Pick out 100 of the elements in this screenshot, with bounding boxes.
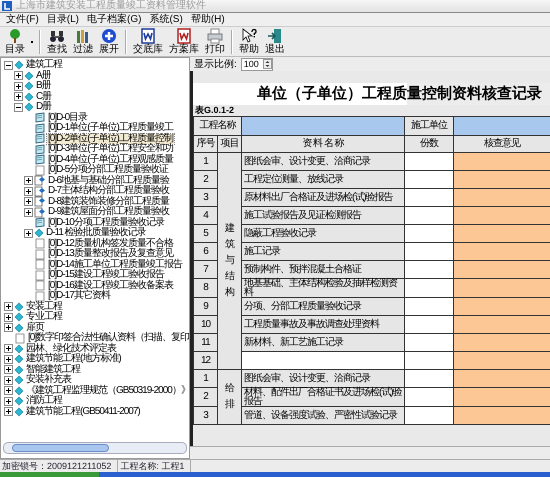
count-field[interactable]	[404, 242, 454, 260]
opinion-field[interactable]	[454, 170, 550, 188]
expand-toggle-icon[interactable]	[14, 71, 23, 80]
menu-item[interactable]: 电子档案(G)	[87, 14, 142, 26]
tree-item[interactable]: 建筑节能工程(地方标准)	[25, 354, 122, 364]
tree-item[interactable]: 安装补充表	[25, 375, 72, 386]
expand-toggle-icon[interactable]	[4, 396, 13, 406]
toolbar-button[interactable]: 帮助	[236, 28, 262, 55]
tree-item[interactable]: [0]D-10分项工程质量验收记录	[47, 218, 165, 228]
toolbar-button[interactable]: 展开	[96, 28, 122, 55]
tree-item[interactable]: [0]D-15建设工程竣工验收报告	[47, 270, 165, 280]
tree-item[interactable]: 建筑工程	[25, 60, 63, 70]
expand-toggle-icon[interactable]	[4, 354, 13, 364]
tree-item[interactable]: 安装工程	[25, 302, 63, 312]
opinion-field[interactable]	[454, 278, 550, 298]
menu-item[interactable]: 文件(F)	[6, 14, 39, 26]
tree-item[interactable]: D-7主体结构分部工程质量验收	[47, 186, 170, 196]
opinion-field[interactable]	[454, 188, 550, 206]
opinion-field[interactable]	[454, 152, 550, 170]
horizontal-scrollbar[interactable]	[3, 442, 187, 454]
count-field[interactable]	[404, 370, 454, 388]
expand-toggle-icon[interactable]	[4, 344, 13, 354]
tree-item[interactable]: D-9建筑屋面分部工程质量验收	[47, 207, 170, 218]
opinion-field[interactable]	[454, 406, 550, 424]
count-field[interactable]	[404, 260, 454, 278]
project-name-field[interactable]	[242, 116, 404, 136]
opinion-field[interactable]	[454, 334, 550, 352]
tree-item[interactable]: C册	[35, 92, 52, 102]
expand-toggle-icon[interactable]	[4, 376, 13, 385]
toolbar-button[interactable]: 交底库	[130, 28, 166, 55]
tree-item[interactable]: A册	[35, 70, 52, 81]
expand-toggle-icon[interactable]	[4, 407, 13, 416]
opinion-field[interactable]	[454, 242, 550, 260]
tree-item[interactable]: B册	[35, 81, 52, 92]
count-field[interactable]	[404, 278, 454, 298]
count-field[interactable]	[404, 188, 454, 206]
tree-item[interactable]: [0]D-1单位(子单位)工程质量竣工	[47, 123, 174, 134]
opinion-field[interactable]	[454, 388, 550, 406]
tree-item[interactable]: [0]D-0目录	[47, 112, 88, 123]
count-field[interactable]	[404, 206, 454, 224]
count-field[interactable]	[404, 298, 454, 316]
collapse-toggle-icon[interactable]	[14, 102, 23, 112]
opinion-field[interactable]	[454, 224, 550, 242]
count-field[interactable]	[404, 406, 454, 424]
tree-item[interactable]: 建筑节能工程(GB50411-2007)	[25, 406, 141, 417]
contractor-field[interactable]	[454, 116, 550, 136]
menu-item[interactable]: 帮助(H)	[190, 14, 225, 26]
spin-arrows-icon[interactable]	[262, 59, 272, 69]
opinion-field[interactable]	[454, 260, 550, 278]
count-field[interactable]	[404, 352, 454, 370]
opinion-field[interactable]	[454, 298, 550, 316]
count-field[interactable]	[404, 334, 454, 352]
expand-toggle-icon[interactable]	[14, 82, 23, 91]
toolbar-button[interactable]: 目录	[2, 28, 28, 55]
tree-item[interactable]: [0]D-4单位(子单位)工程观感质量	[47, 154, 174, 165]
count-field[interactable]	[404, 152, 454, 170]
expand-toggle-icon[interactable]	[4, 323, 13, 332]
zoom-spin-field[interactable]: 100	[240, 58, 273, 70]
tree-item[interactable]: D册	[35, 102, 52, 112]
collapse-toggle-icon[interactable]	[4, 60, 13, 70]
count-field[interactable]	[404, 316, 454, 334]
expand-toggle-icon[interactable]	[4, 386, 13, 396]
expand-toggle-icon[interactable]	[4, 312, 13, 322]
menu-item[interactable]: 系统(S)	[149, 14, 183, 26]
expand-toggle-icon[interactable]	[24, 176, 33, 186]
opinion-field[interactable]	[454, 316, 550, 334]
tree-item[interactable]: [0]D-13质量整改报告及复查意见	[47, 249, 174, 260]
toolbar-button[interactable]: 退出	[262, 28, 288, 55]
tree-item[interactable]: D-8建筑装饰装修分部工程质量	[47, 196, 170, 207]
expand-toggle-icon[interactable]	[4, 302, 13, 312]
tree-item[interactable]: D-11 检验批质量验收记录	[45, 228, 147, 238]
tree-item[interactable]: [0]D-14施工单位工程质量竣工报告	[47, 260, 183, 270]
tree-item[interactable]: [0]D-12质量机构签发质量不合格	[47, 238, 174, 249]
tree-item[interactable]: [0]D-17其它资料	[47, 291, 111, 302]
tree-item[interactable]: [0]D-3单位(子单位)工程安全和功	[47, 144, 174, 154]
toolbar-button[interactable]: 方案库	[166, 28, 202, 55]
tree-item[interactable]: [0]D-16建设工程竣工验收备案表	[47, 280, 174, 291]
dropdown-arrow-icon[interactable]	[30, 40, 34, 44]
opinion-field[interactable]	[454, 206, 550, 224]
count-field[interactable]	[404, 224, 454, 242]
count-field[interactable]	[404, 170, 454, 188]
tree-item[interactable]: [0]数字印签合法性确认资料（扫描、复印	[27, 333, 189, 344]
expand-toggle-icon[interactable]	[24, 186, 33, 196]
count-field[interactable]	[404, 388, 454, 406]
tree-item[interactable]: 智能建筑工程	[25, 364, 81, 375]
tree-item[interactable]: 专业工程	[25, 312, 63, 322]
expand-toggle-icon[interactable]	[4, 365, 13, 374]
expand-toggle-icon[interactable]	[24, 197, 33, 206]
expand-toggle-icon[interactable]	[14, 92, 23, 102]
toolbar-button[interactable]: 查找	[44, 28, 70, 55]
tree-item[interactable]: 《建筑工程监理规范（GB50319-2000）》	[25, 386, 189, 396]
menu-item[interactable]: 目录(L)	[46, 14, 80, 26]
expand-toggle-icon[interactable]	[24, 208, 33, 217]
opinion-field[interactable]	[454, 352, 550, 370]
opinion-field[interactable]	[454, 370, 550, 388]
tree-item[interactable]: 消防工程	[25, 396, 63, 406]
tree-item[interactable]: D-6地基与基础分部工程质量验	[47, 176, 170, 186]
expand-toggle-icon[interactable]	[24, 228, 33, 238]
tree-item[interactable]: [0]D-5分项分部工程质量验收证	[47, 165, 170, 176]
toolbar-button[interactable]: 过滤	[70, 28, 96, 55]
